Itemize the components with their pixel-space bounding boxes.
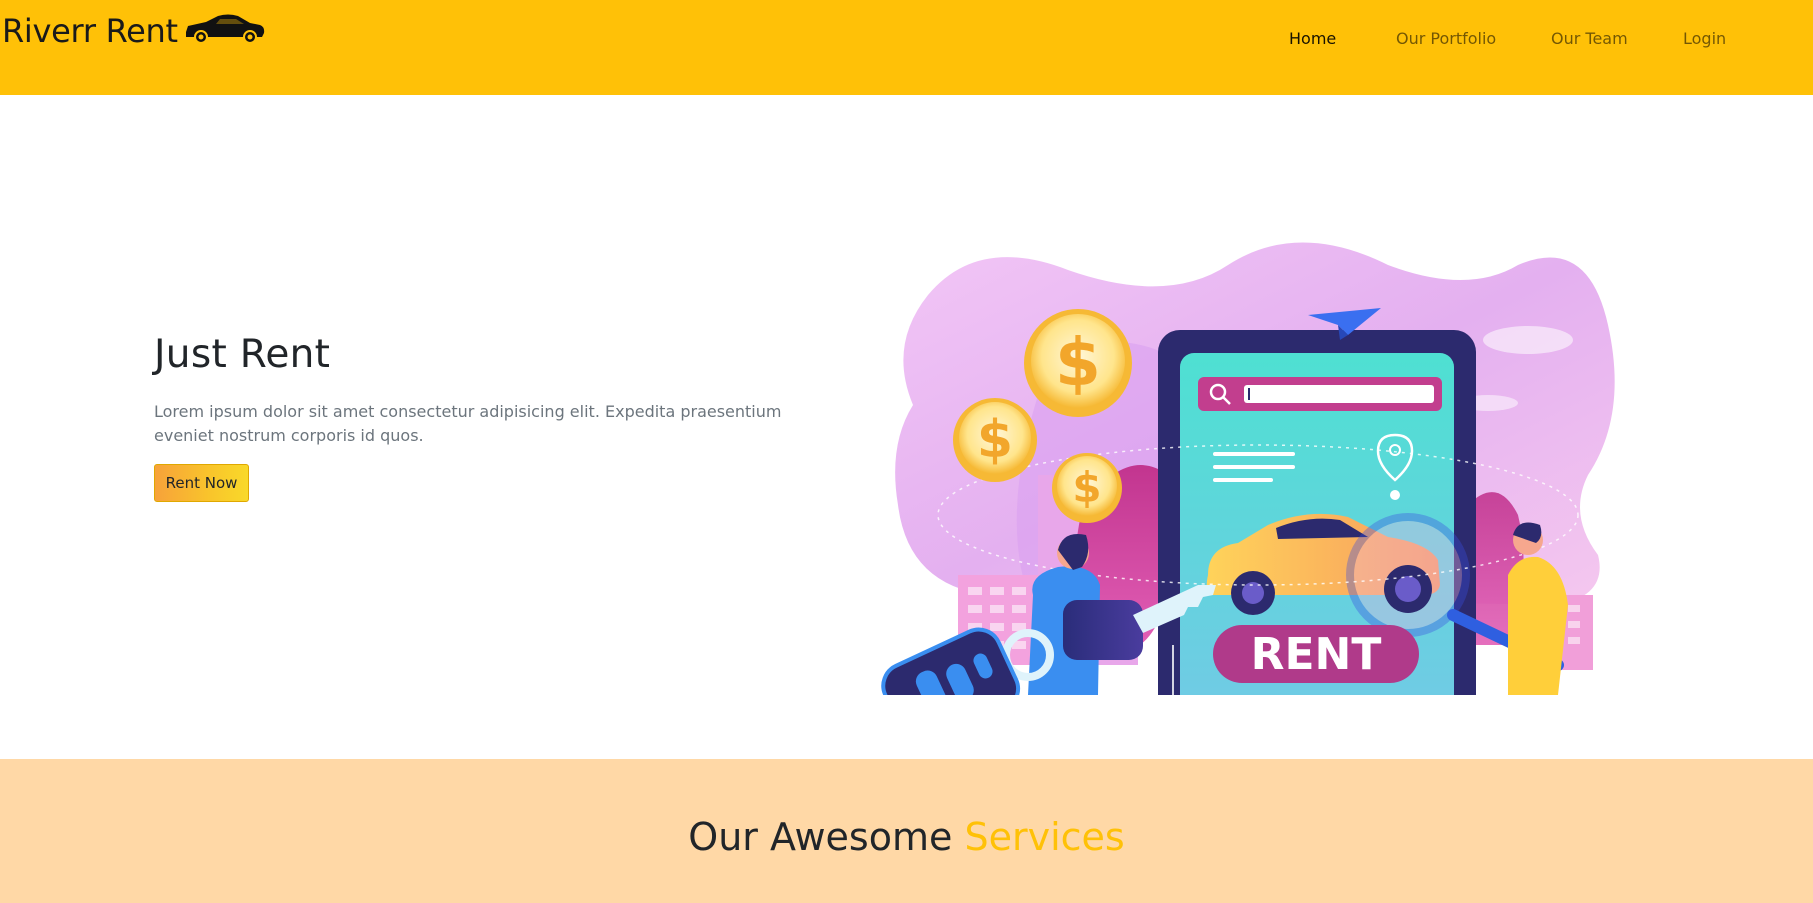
services-section: Our Awesome Services bbox=[0, 759, 1813, 903]
services-title-accent: Services bbox=[964, 815, 1125, 859]
hero-description: Lorem ipsum dolor sit amet consectetur a… bbox=[154, 402, 782, 445]
rent-sign-text: RENT bbox=[1251, 629, 1382, 680]
coin-symbol: $ bbox=[977, 410, 1013, 470]
coin-icon: $ bbox=[953, 398, 1037, 482]
coin-symbol: $ bbox=[1055, 324, 1101, 401]
coin-icon: $ bbox=[1052, 453, 1122, 523]
services-title-prefix: Our Awesome bbox=[688, 815, 953, 859]
nav-our-team[interactable]: Our Team bbox=[1551, 29, 1628, 48]
nav-login[interactable]: Login bbox=[1683, 29, 1726, 48]
hero-section: Just Rent Lorem ipsum dolor sit amet con… bbox=[0, 95, 1813, 770]
coin-icon: $ bbox=[1024, 309, 1132, 417]
hero-title: Just Rent bbox=[154, 332, 331, 377]
nav-home[interactable]: Home bbox=[1289, 29, 1336, 48]
nav-our-portfolio[interactable]: Our Portfolio bbox=[1396, 29, 1496, 48]
services-title: Our Awesome Services bbox=[0, 815, 1813, 859]
car-rent-illustration: RENT $ $ $ bbox=[868, 175, 1636, 770]
coin-symbol: $ bbox=[1072, 463, 1101, 512]
rent-now-button[interactable]: Rent Now bbox=[154, 464, 249, 502]
main-nav: Home Our Portfolio Our Team Login bbox=[0, 29, 1813, 53]
navbar: Riverr Rent Home Our Portfolio Our Team … bbox=[0, 0, 1813, 95]
